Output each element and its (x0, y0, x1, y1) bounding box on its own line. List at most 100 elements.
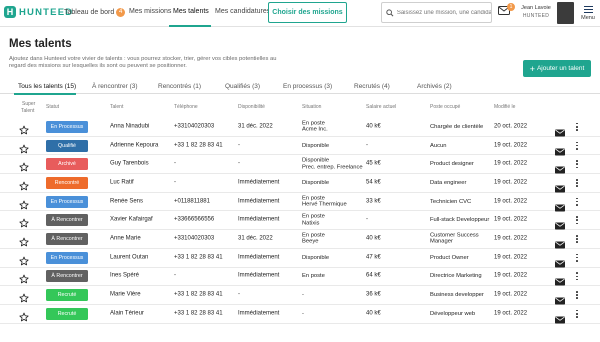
talent-name[interactable]: Xavier Kafairgaf (110, 217, 153, 224)
search-input[interactable] (396, 9, 491, 16)
talent-salary: - (366, 142, 368, 149)
status-badge[interactable]: Qualifié (46, 139, 88, 152)
more-options-icon[interactable] (574, 178, 580, 188)
status-badge[interactable]: À Rencontrer (46, 270, 88, 283)
talent-name[interactable]: Anne Marie (110, 235, 141, 242)
status-badge[interactable]: En Processus (46, 120, 88, 133)
talent-name[interactable]: Laurent Outan (110, 254, 148, 261)
talent-situation: En poste (302, 273, 325, 279)
table-row[interactable]: Qualifié Adrienne Kepoura +33 1 82 28 83 4… (0, 137, 600, 156)
talent-name[interactable]: Alain Térieur (110, 310, 144, 317)
table-row[interactable]: Recruté Alain Térieur +33 1 82 28 83 41 Imm… (0, 305, 600, 324)
header-salary[interactable]: Salaire actuel (366, 104, 396, 110)
talent-salary: 64 k€ (366, 272, 381, 279)
mail-icon[interactable] (555, 310, 565, 324)
more-options-icon[interactable] (574, 215, 580, 225)
star-icon[interactable] (19, 197, 29, 209)
nav-talents[interactable]: Mes talents (173, 8, 209, 15)
table-row[interactable]: Rencontré Luc Ratif - Immédiatement Disponib… (0, 174, 600, 193)
tab-hired[interactable]: Recrutés (4) (354, 83, 390, 90)
more-options-icon[interactable] (574, 309, 580, 319)
mail-icon[interactable] (555, 142, 565, 156)
mail-icon[interactable] (555, 217, 565, 230)
header-position[interactable]: Poste occupé (430, 104, 460, 110)
table-row[interactable]: À Rencontrer Xavier Kafairgaf +33666566556… (0, 211, 600, 231)
logo[interactable]: H HUNTEED (4, 6, 73, 18)
more-options-icon[interactable] (574, 197, 580, 207)
talent-name[interactable]: Guy Tarenbois (110, 161, 149, 168)
status-badge[interactable]: Recruté (46, 289, 88, 302)
table-row[interactable]: À Rencontrer Ines Spéré - Immédiatement En p… (0, 268, 600, 287)
star-icon[interactable] (19, 122, 29, 135)
status-badge[interactable]: En Processus (46, 251, 88, 264)
tab-in-process[interactable]: En processus (3) (283, 83, 332, 90)
header-situation[interactable]: Situation (302, 104, 321, 110)
nav-missions[interactable]: Mes missions (129, 8, 171, 15)
tab-met[interactable]: Rencontrés (1) (158, 83, 201, 90)
more-options-icon[interactable] (574, 141, 580, 151)
status-badge[interactable]: En Processus (46, 195, 88, 208)
status-badge[interactable]: À Rencontrer (46, 232, 88, 245)
table-row[interactable]: En Processus Renée Sens +0118811881 Immédia… (0, 193, 600, 212)
status-badge[interactable]: À Rencontrer (46, 214, 88, 227)
situation-line: - (302, 291, 304, 298)
table-row[interactable]: En Processus Laurent Outan +33 1 82 28 83 … (0, 249, 600, 268)
more-options-icon[interactable] (574, 271, 580, 281)
header-status[interactable]: Statut (46, 104, 59, 110)
more-options-icon[interactable] (574, 253, 580, 263)
table-row[interactable]: Archivé Guy Tarenbois - - Disponible Prec. en… (0, 155, 600, 175)
status-badge[interactable]: Rencontré (46, 176, 88, 189)
talent-modified: 19 oct. 2022 (494, 235, 528, 242)
tab-qualified[interactable]: Qualifiés (3) (225, 83, 260, 90)
mail-icon[interactable] (555, 235, 565, 249)
more-options-icon[interactable] (574, 290, 580, 300)
talent-name[interactable]: Marie Vière (110, 292, 141, 299)
menu-button[interactable]: Menu (579, 4, 597, 21)
table-row[interactable]: En Processus Anna Ninadubi +33104020303 31 … (0, 118, 600, 137)
star-icon[interactable] (19, 141, 29, 153)
star-icon[interactable] (19, 271, 29, 284)
star-icon[interactable] (19, 290, 29, 303)
header-talent[interactable]: Talent (110, 104, 123, 110)
star-icon[interactable] (19, 234, 29, 247)
talent-name[interactable]: Renée Sens (110, 198, 143, 205)
status-badge[interactable]: Recruté (46, 307, 88, 320)
nav-applications[interactable]: Mes candidatures (215, 8, 270, 15)
star-icon[interactable] (19, 309, 29, 322)
talent-name[interactable]: Luc Ratif (110, 179, 134, 186)
mail-icon[interactable] (555, 161, 565, 174)
more-options-icon[interactable] (574, 122, 580, 132)
star-icon[interactable] (19, 178, 29, 191)
table-row[interactable]: Recruté Marie Vière +33 1 82 28 83 41 - - 36 … (0, 286, 600, 305)
avatar[interactable] (557, 2, 574, 24)
mail-icon[interactable] (555, 273, 565, 286)
talent-name[interactable]: Ines Spéré (110, 273, 139, 280)
add-talent-button[interactable]: + Ajouter un talent (523, 60, 591, 77)
table-row[interactable]: À Rencontrer Anne Marie +33104020303 31 déc… (0, 230, 600, 249)
tab-archived[interactable]: Archivés (2) (417, 83, 452, 90)
more-options-icon[interactable] (574, 234, 580, 244)
mail-icon[interactable] (555, 123, 565, 137)
star-icon[interactable] (19, 159, 29, 172)
star-icon[interactable] (19, 215, 29, 228)
star-icon[interactable] (19, 253, 29, 265)
talent-name[interactable]: Adrienne Kepoura (110, 142, 158, 149)
header-availability[interactable]: Disponibilité (238, 104, 265, 110)
tab-all[interactable]: Tous les talents (15) (18, 83, 76, 90)
situation-line: Disponible (302, 254, 330, 261)
talent-availability: - (238, 160, 240, 167)
tab-to-meet[interactable]: À rencontrer (3) (92, 83, 138, 90)
talent-name[interactable]: Anna Ninadubi (110, 123, 149, 130)
header-phone[interactable]: Téléphone (174, 104, 198, 110)
more-options-icon[interactable] (574, 159, 580, 169)
status-badge[interactable]: Archivé (46, 158, 88, 171)
user-profile[interactable]: Jean Lavoie HUNTEED (519, 1, 553, 25)
mail-icon[interactable] (555, 179, 565, 193)
mail-icon[interactable] (555, 198, 565, 212)
nav-dashboard[interactable]: Tableau de bord 4 (64, 8, 126, 17)
mail-icon[interactable] (555, 254, 565, 268)
choose-missions-button[interactable]: Choisir des missions (268, 2, 347, 23)
mail-icon[interactable] (555, 292, 565, 305)
header-modified[interactable]: Modifié le (494, 104, 515, 110)
talent-position: Data engineer (430, 180, 466, 186)
